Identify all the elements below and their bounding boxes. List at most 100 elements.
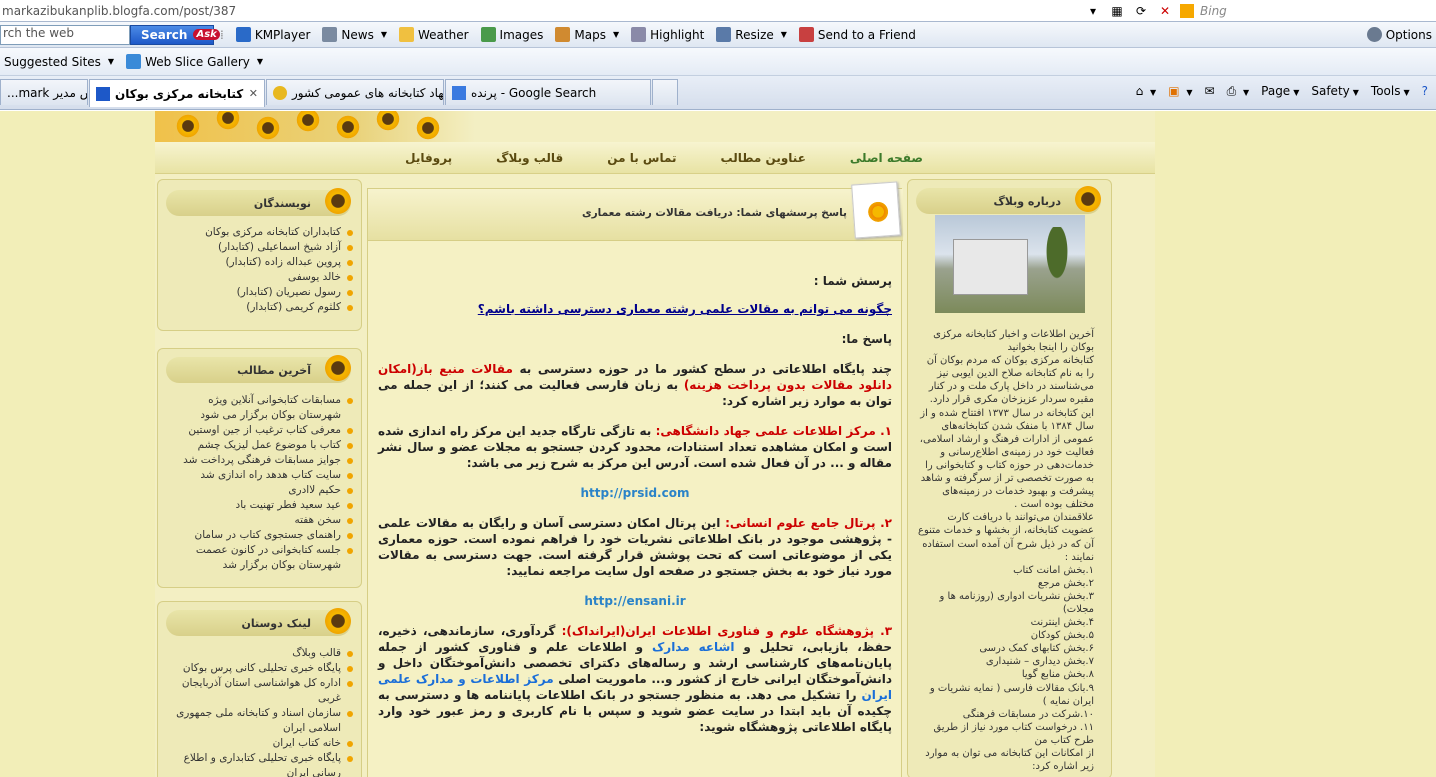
print-icon[interactable]: ⎙ ▼ [1227, 84, 1250, 99]
tab-central-library[interactable]: کتابخانه مرکزی بوکان ✕ [89, 79, 265, 107]
latest-post-link[interactable]: سایت کتاب هدهد راه اندازی شد [168, 468, 353, 483]
toolbar-news[interactable]: News ▼ [322, 27, 387, 42]
about-box: درباره وبلاگ آخرین اطلاعات و اخبار کتابخ… [907, 179, 1112, 777]
writer-link[interactable]: خالد یوسفی [168, 270, 353, 285]
toolbar-options[interactable]: Options [1366, 27, 1432, 42]
writer-link[interactable]: کتابداران کتابخانه مرکزی بوکان [168, 225, 353, 240]
dropdown-icon[interactable]: ▾ [1082, 2, 1104, 20]
sunflower-icon [323, 353, 353, 383]
tab-google-search[interactable]: پرنده - Google Search [445, 79, 651, 105]
compatibility-icon[interactable]: ▦ [1106, 2, 1128, 20]
latest-posts-box: آخرین مطالب مسابقات کتابخوانی آنلاین ویژ… [157, 348, 362, 588]
latest-post-link[interactable]: عید سعید فطر تهنیت باد [168, 498, 353, 513]
help-icon[interactable]: ? [1422, 84, 1428, 98]
writer-link[interactable]: کلثوم کریمی (کتابدار) [168, 300, 353, 315]
blog-nav: صفحه اصلی عناوین مطالب تماس با من قالب و… [155, 142, 1155, 174]
item-2-paragraph: ۲. پرتال جامع علوم انسانی: این پرتال امک… [378, 516, 892, 578]
writer-link[interactable]: پروین عبداله زاده (کتابدار) [168, 255, 353, 270]
about-text: آخرین اطلاعات و اخبار کتابخانه مرکزی بوک… [918, 329, 1094, 773]
new-tab-button[interactable] [652, 79, 678, 105]
send-icon [798, 27, 814, 42]
item-3-paragraph: ۳. پژوهشگاه علوم و فناوری اطلاعات ایران(… [378, 624, 893, 734]
bing-placeholder: Bing [1200, 3, 1227, 18]
chevron-down-icon: ▼ [256, 57, 264, 66]
stop-icon[interactable]: ✕ [1154, 2, 1176, 20]
toolbar-search-button[interactable]: Search Ask [130, 24, 220, 45]
mail-icon[interactable]: ✉ [1205, 84, 1215, 98]
toolbar-resize[interactable]: Resize ▼ [716, 27, 787, 42]
home-icon[interactable]: ⌂ ▼ [1136, 84, 1157, 98]
post-content: پاسخ پرسشهای شما: دریافت مقالات رشته معم… [367, 181, 903, 777]
nav-template[interactable]: قالب وبلاگ [474, 151, 585, 165]
nav-contact[interactable]: تماس با من [585, 151, 698, 165]
bing-search-input[interactable]: Bing [1176, 1, 1436, 21]
toolbar-kmplayer[interactable]: KMPlayer [235, 27, 310, 42]
writer-link[interactable]: آزاد شیخ اسماعیلی (کتابدار) [168, 240, 353, 255]
friend-link[interactable]: قالب وبلاگ [168, 646, 353, 661]
latest-posts-header: آخرین مطالب [166, 353, 353, 383]
latest-post-link[interactable]: راهنمای جستجوی کتاب در سامان [168, 528, 353, 543]
latest-post-link[interactable]: جوایز مسابقات فرهنگی پرداخت شد [168, 453, 353, 468]
favorites-suggested-sites[interactable]: Suggested Sites ▼ [4, 55, 114, 69]
page-menu[interactable]: Page ▼ [1261, 84, 1299, 98]
documents-link[interactable]: اشاعه مدارک [652, 640, 734, 654]
tab-blog-admin[interactable]: بخش مدیر mark... [0, 79, 88, 105]
library-photo [935, 215, 1085, 313]
weather-icon [399, 27, 414, 42]
toolbar-maps[interactable]: Maps ▼ [555, 27, 619, 42]
tools-menu[interactable]: Tools ▼ [1371, 84, 1410, 98]
sunflower-icon [323, 186, 353, 216]
latest-post-link[interactable]: معرفی کتاب ترغیب از جین اوستین [168, 423, 353, 438]
feeds-icon[interactable]: ▣ ▼ [1168, 84, 1192, 98]
tab-public-libraries[interactable]: نهاد کتابخانه های عمومی کشور [266, 79, 444, 105]
intro-paragraph: چند پایگاه اطلاعاتی در سطح کشور ما در حو… [378, 362, 892, 408]
ensani-link[interactable]: http://ensani.ir [378, 593, 892, 609]
maps-icon [555, 27, 571, 42]
post-note-icon [851, 181, 901, 239]
sunflower-icon [1073, 184, 1103, 214]
toolbar-weather[interactable]: Weather [399, 27, 469, 42]
latest-post-link[interactable]: جلسه کتابخوانی در کانون عصمت شهرستان بوک… [168, 543, 353, 573]
chevron-down-icon: ▼ [107, 57, 115, 66]
friend-link[interactable]: اداره کل هواشناسی استان آذربایجان غربی [168, 676, 353, 706]
sunflower-icon [335, 114, 361, 140]
latest-post-link[interactable]: حکیم لاادری [168, 483, 353, 498]
toolbar-search-input[interactable]: rch the web [0, 24, 130, 45]
writers-list: کتابداران کتابخانه مرکزی بوکان آزاد شیخ … [168, 225, 353, 315]
toolbar-highlight[interactable]: Highlight [631, 27, 704, 42]
safety-menu[interactable]: Safety ▼ [1311, 84, 1359, 98]
latest-post-link[interactable]: مسابقات کتابخوانی آنلاین ویژه شهرستان بو… [168, 393, 353, 423]
refresh-icon[interactable]: ⟳ [1130, 2, 1152, 20]
friend-link[interactable]: خانه کتاب ایران [168, 736, 353, 751]
close-icon[interactable]: ✕ [249, 87, 258, 100]
chevron-down-icon: ▼ [780, 30, 787, 39]
kmplayer-icon [235, 27, 251, 42]
post-header: پاسخ پرسشهای شما: دریافت مقالات رشته معم… [368, 181, 903, 241]
nav-home[interactable]: صفحه اصلی [828, 151, 923, 165]
sunflower-icon [375, 111, 401, 132]
favorites-bar: Suggested Sites ▼ Web Slice Gallery ▼ [0, 48, 1436, 76]
toolbar-send-to-friend[interactable]: Send to a Friend [798, 27, 916, 42]
ask-toolbar: rch the web Search Ask ⁞ KMPlayer News ▼ … [0, 22, 1436, 48]
toolbar-images[interactable]: Images [480, 27, 543, 42]
friend-links-header: لینک دوستان [166, 606, 353, 636]
sunflower-icon [255, 115, 281, 141]
friend-link[interactable]: پایگاه خبری تحلیلی کتابداری و اطلاع رسان… [168, 751, 353, 777]
friend-link[interactable]: پایگاه خبری تحلیلی کانی پرس بوکان [168, 661, 353, 676]
friend-link[interactable]: سازمان اسناد و کتابخانه ملی جمهوری اسلام… [168, 706, 353, 736]
favorites-web-slice-gallery[interactable]: Web Slice Gallery ▼ [126, 54, 263, 69]
question-label: پرسش شما : [813, 274, 892, 288]
command-bar: ⌂ ▼ ▣ ▼ ✉ ⎙ ▼ Page ▼ Safety ▼ Tools ▼ ? [1136, 80, 1436, 102]
latest-post-link[interactable]: سخن هفته [168, 513, 353, 528]
nav-profile[interactable]: پروفایل [383, 151, 474, 165]
web-page: صفحه اصلی عناوین مطالب تماس با من قالب و… [0, 111, 1436, 777]
writer-link[interactable]: رسول نصیریان (کتابدار) [168, 285, 353, 300]
post-title[interactable]: پاسخ پرسشهای شما: دریافت مقالات رشته معم… [582, 207, 847, 219]
question-link[interactable]: چگونه می توانم به مقالات علمی رشته معمار… [478, 302, 892, 316]
latest-post-link[interactable]: کتاب با موضوع عمل لیزیک چشم [168, 438, 353, 453]
address-input[interactable]: markazibukanplib.blogfa.com/post/387 [0, 4, 1080, 18]
about-header: درباره وبلاگ [916, 184, 1103, 214]
nav-post-titles[interactable]: عناوین مطالب [699, 151, 828, 165]
prsid-link[interactable]: http://prsid.com [378, 485, 892, 501]
banner [155, 111, 1155, 142]
